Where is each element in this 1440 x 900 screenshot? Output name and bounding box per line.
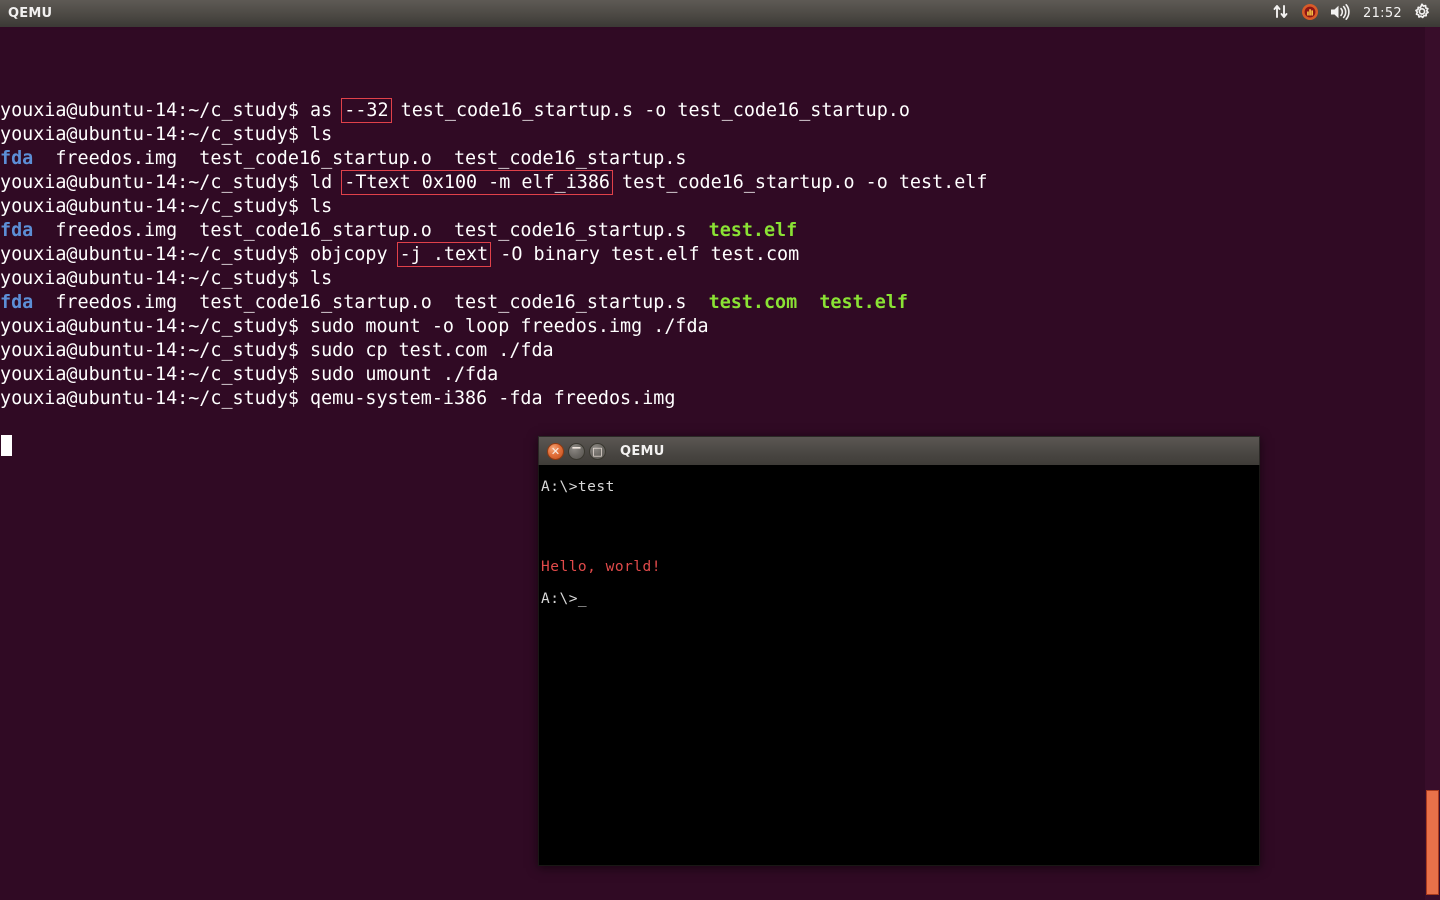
terminal-output-line: fda freedos.img test_code16_startup.o te… [0, 147, 1440, 171]
terminal-text: youxia@ubuntu-14:~/c_study$ [0, 316, 311, 337]
terminal-text: youxia@ubuntu-14:~/c_study$ [0, 196, 311, 217]
highlighted-argument: -j .text [396, 242, 492, 267]
panel-indicator-area: 21:52 [1273, 2, 1440, 25]
terminal-text: test_code16_startup.o -o test.elf [610, 172, 988, 193]
highlighted-argument: --32 [341, 98, 392, 123]
terminal-scrollbar-thumb[interactable] [1426, 790, 1439, 895]
terminal-text: youxia@ubuntu-14:~/c_study$ [0, 388, 311, 409]
qemu-titlebar[interactable]: ✕ − □ QEMU [538, 436, 1260, 465]
terminal-text: sudo cp test.com ./fda [310, 340, 554, 361]
qemu-window-title: QEMU [620, 443, 665, 459]
dos-text-line: Hello, world! [541, 559, 661, 575]
terminal-text: ls [310, 124, 333, 145]
unity-top-panel: QEMU 21:52 [0, 0, 1440, 27]
terminal-text: freedos.img test_code16_startup.o test_c… [33, 148, 687, 169]
terminal-command-line: youxia@ubuntu-14:~/c_study$ sudo umount … [0, 363, 1440, 387]
close-button[interactable]: ✕ [547, 442, 564, 460]
terminal-text: objcopy [310, 244, 399, 265]
terminal-text: ls [310, 268, 333, 289]
minimize-button[interactable]: − [568, 440, 585, 460]
system-settings-gear-icon[interactable] [1413, 2, 1431, 25]
terminal-text: sudo umount ./fda [310, 364, 499, 385]
terminal-text: youxia@ubuntu-14:~/c_study$ [0, 364, 311, 385]
terminal-text: test.elf [819, 292, 908, 313]
terminal-output-line: fda freedos.img test_code16_startup.o te… [0, 219, 1440, 243]
dos-blank-line [539, 575, 1259, 591]
minimize-icon: − [571, 440, 582, 456]
terminal-text: qemu-system-i386 -fda freedos.img [310, 388, 676, 409]
terminal-command-line: youxia@ubuntu-14:~/c_study$ ld -Ttext 0x… [0, 170, 1440, 195]
app-indicator-icon[interactable] [1301, 3, 1319, 25]
close-icon: ✕ [550, 444, 561, 458]
terminal-text: youxia@ubuntu-14:~/c_study$ [0, 124, 311, 145]
qemu-display[interactable]: A:\>test Hello, world! A:\>_ [538, 465, 1260, 866]
terminal-text: ls [310, 196, 333, 217]
terminal-text: fda [0, 220, 34, 241]
terminal-command-line: youxia@ubuntu-14:~/c_study$ ls [0, 267, 1440, 291]
terminal-command-line: youxia@ubuntu-14:~/c_study$ ls [0, 195, 1440, 219]
network-indicator-icon[interactable] [1273, 4, 1290, 23]
terminal-text: -O binary test.elf test.com [489, 244, 800, 265]
terminal-text: sudo mount -o loop freedos.img ./fda [310, 316, 709, 337]
terminal-cursor [1, 435, 12, 456]
terminal-text: test_code16_startup.s -o test_code16_sta… [389, 100, 910, 121]
terminal-text: fda [0, 148, 34, 169]
terminal-text: youxia@ubuntu-14:~/c_study$ [0, 172, 311, 193]
dos-blank-line [539, 527, 1259, 543]
terminal-text: test.elf [708, 220, 798, 241]
terminal-text: youxia@ubuntu-14:~/c_study$ [0, 268, 311, 289]
highlighted-argument: -Ttext 0x100 -m elf_i386 [341, 170, 613, 195]
panel-clock[interactable]: 21:52 [1363, 6, 1402, 21]
volume-indicator-icon[interactable] [1330, 3, 1352, 24]
terminal-text: freedos.img test_code16_startup.o test_c… [33, 292, 709, 313]
dos-text-line: A:\>_ [541, 591, 588, 607]
terminal-output: youxia@ubuntu-14:~/c_study$ as --32 test… [0, 98, 1440, 411]
terminal-text: youxia@ubuntu-14:~/c_study$ [0, 244, 311, 265]
terminal-command-line: youxia@ubuntu-14:~/c_study$ qemu-system-… [0, 387, 1440, 411]
dos-blank-line [539, 511, 1259, 527]
terminal-text: youxia@ubuntu-14:~/c_study$ [0, 340, 311, 361]
maximize-icon: □ [592, 444, 603, 458]
terminal-text: freedos.img test_code16_startup.o test_c… [33, 220, 709, 241]
terminal-scrollbar-track[interactable] [1425, 27, 1440, 900]
terminal-text: ld [310, 172, 344, 193]
maximize-button[interactable]: □ [589, 442, 606, 460]
dos-text-line: A:\>test [541, 479, 615, 495]
dos-blank-line [539, 495, 1259, 511]
terminal-command-line: youxia@ubuntu-14:~/c_study$ objcopy -j .… [0, 242, 1440, 267]
dos-blank-line [539, 543, 1259, 559]
terminal-command-line: youxia@ubuntu-14:~/c_study$ as --32 test… [0, 98, 1440, 123]
terminal-text: as [310, 100, 344, 121]
panel-app-title[interactable]: QEMU [8, 6, 52, 21]
terminal-command-line: youxia@ubuntu-14:~/c_study$ sudo mount -… [0, 315, 1440, 339]
terminal-text: test.com [708, 292, 798, 313]
qemu-window[interactable]: ✕ − □ QEMU A:\>test Hello, world! A:\>_ [538, 436, 1260, 866]
terminal-text: fda [0, 292, 34, 313]
terminal-command-line: youxia@ubuntu-14:~/c_study$ ls [0, 123, 1440, 147]
terminal-output-line: fda freedos.img test_code16_startup.o te… [0, 291, 1440, 315]
terminal-text: youxia@ubuntu-14:~/c_study$ [0, 100, 311, 121]
terminal-command-line: youxia@ubuntu-14:~/c_study$ sudo cp test… [0, 339, 1440, 363]
